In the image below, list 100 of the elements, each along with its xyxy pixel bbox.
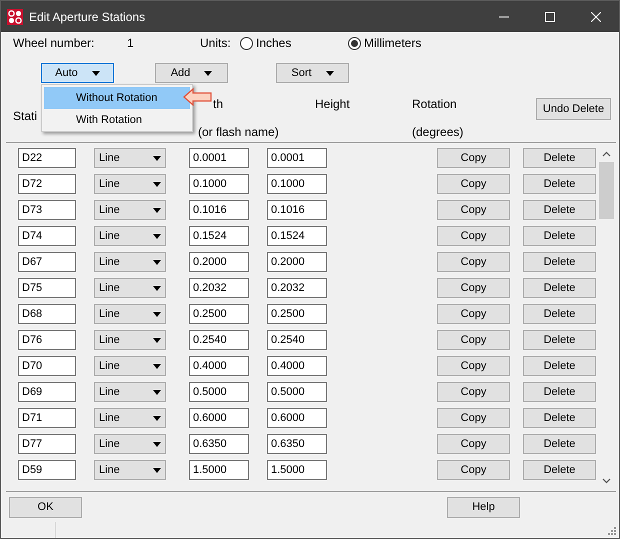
height-field[interactable]: 0.1000: [267, 174, 327, 194]
height-field[interactable]: 0.2000: [267, 252, 327, 272]
copy-button[interactable]: Copy: [437, 304, 510, 324]
width-field[interactable]: 0.1524: [189, 226, 249, 246]
copy-button[interactable]: Copy: [437, 252, 510, 272]
width-field[interactable]: 0.6000: [189, 408, 249, 428]
shape-dropdown[interactable]: Line: [94, 200, 166, 220]
shape-dropdown[interactable]: Line: [94, 330, 166, 350]
name-field[interactable]: D74: [18, 226, 76, 246]
height-field[interactable]: 0.2540: [267, 330, 327, 350]
dropdown-button[interactable]: Sort: [276, 63, 349, 83]
shape-dropdown[interactable]: Line: [94, 434, 166, 454]
menu-item[interactable]: With Rotation: [44, 109, 190, 131]
dropdown-button[interactable]: Add: [155, 63, 228, 83]
width-field[interactable]: 0.0001: [189, 148, 249, 168]
width-field[interactable]: 0.2032: [189, 278, 249, 298]
delete-button[interactable]: Delete: [523, 356, 596, 376]
delete-button[interactable]: Delete: [523, 278, 596, 298]
delete-button[interactable]: Delete: [523, 226, 596, 246]
caret-icon: [153, 312, 161, 316]
copy-button[interactable]: Copy: [437, 408, 510, 428]
copy-button[interactable]: Copy: [437, 330, 510, 350]
shape-dropdown[interactable]: Line: [94, 148, 166, 168]
name-field[interactable]: D75: [18, 278, 76, 298]
name-field[interactable]: D77: [18, 434, 76, 454]
height-field[interactable]: 0.6000: [267, 408, 327, 428]
shape-dropdown[interactable]: Line: [94, 304, 166, 324]
width-field[interactable]: 0.5000: [189, 382, 249, 402]
delete-button[interactable]: Delete: [523, 148, 596, 168]
copy-button[interactable]: Copy: [437, 356, 510, 376]
height-field[interactable]: 0.6350: [267, 434, 327, 454]
copy-button[interactable]: Copy: [437, 382, 510, 402]
width-field[interactable]: 0.2000: [189, 252, 249, 272]
delete-button[interactable]: Delete: [523, 382, 596, 402]
width-field[interactable]: 1.5000: [189, 460, 249, 480]
shape-dropdown[interactable]: Line: [94, 252, 166, 272]
radio-button[interactable]: [348, 36, 361, 50]
field-label: Wheel number:: [13, 35, 96, 52]
shape-dropdown[interactable]: Line: [94, 226, 166, 246]
caret-icon: [153, 338, 161, 342]
name-field[interactable]: D72: [18, 174, 76, 194]
copy-button[interactable]: Copy: [437, 148, 510, 168]
delete-button[interactable]: Delete: [523, 252, 596, 272]
ok-button[interactable]: OK: [9, 497, 82, 518]
delete-button[interactable]: Delete: [523, 304, 596, 324]
copy-button[interactable]: Copy: [437, 278, 510, 298]
width-field[interactable]: 0.1000: [189, 174, 249, 194]
caret-icon: [153, 234, 161, 238]
menu-item[interactable]: Without Rotation: [44, 87, 190, 109]
shape-dropdown[interactable]: Line: [94, 174, 166, 194]
width-field[interactable]: 0.1016: [189, 200, 249, 220]
name-field[interactable]: D69: [18, 382, 76, 402]
shape-dropdown[interactable]: Line: [94, 382, 166, 402]
shape-dropdown[interactable]: Line: [94, 278, 166, 298]
shape-dropdown[interactable]: Line: [94, 408, 166, 428]
caret-icon: [153, 364, 161, 368]
delete-button[interactable]: Delete: [523, 174, 596, 194]
window-title: Edit Aperture Stations: [29, 8, 146, 26]
undo-delete-button[interactable]: Undo Delete: [536, 98, 611, 120]
shape-dropdown[interactable]: Line: [94, 460, 166, 480]
close-icon[interactable]: [591, 12, 601, 22]
copy-button[interactable]: Copy: [437, 460, 510, 480]
name-field[interactable]: D76: [18, 330, 76, 350]
height-field[interactable]: 0.5000: [267, 382, 327, 402]
height-field[interactable]: 0.2500: [267, 304, 327, 324]
delete-button[interactable]: Delete: [523, 434, 596, 454]
radio-button[interactable]: [240, 36, 253, 50]
width-field[interactable]: 0.6350: [189, 434, 249, 454]
height-field[interactable]: 0.0001: [267, 148, 327, 168]
height-field[interactable]: 0.4000: [267, 356, 327, 376]
delete-button[interactable]: Delete: [523, 460, 596, 480]
copy-button[interactable]: Copy: [437, 174, 510, 194]
radio-label[interactable]: Millimeters: [364, 34, 422, 52]
caret-icon: [92, 70, 100, 76]
copy-button[interactable]: Copy: [437, 226, 510, 246]
copy-button[interactable]: Copy: [437, 434, 510, 454]
name-field[interactable]: D71: [18, 408, 76, 428]
name-field[interactable]: D68: [18, 304, 76, 324]
help-button[interactable]: Help: [447, 497, 520, 518]
width-field[interactable]: 0.2500: [189, 304, 249, 324]
shape-dropdown[interactable]: Line: [94, 356, 166, 376]
copy-button[interactable]: Copy: [437, 200, 510, 220]
width-field[interactable]: 0.4000: [189, 356, 249, 376]
delete-button[interactable]: Delete: [523, 200, 596, 220]
height-field[interactable]: 0.1524: [267, 226, 327, 246]
height-field[interactable]: 0.1016: [267, 200, 327, 220]
height-field[interactable]: 1.5000: [267, 460, 327, 480]
resize-grip-icon[interactable]: [607, 526, 616, 535]
delete-button[interactable]: Delete: [523, 408, 596, 428]
name-field[interactable]: D67: [18, 252, 76, 272]
radio-label[interactable]: Inches: [256, 34, 348, 52]
maximize-icon[interactable]: [545, 12, 555, 22]
width-field[interactable]: 0.2540: [189, 330, 249, 350]
name-field[interactable]: D22: [18, 148, 76, 168]
dropdown-button[interactable]: Auto: [41, 63, 114, 83]
height-field[interactable]: 0.2032: [267, 278, 327, 298]
name-field[interactable]: D73: [18, 200, 76, 220]
name-field[interactable]: D70: [18, 356, 76, 376]
delete-button[interactable]: Delete: [523, 330, 596, 350]
name-field[interactable]: D59: [18, 460, 76, 480]
